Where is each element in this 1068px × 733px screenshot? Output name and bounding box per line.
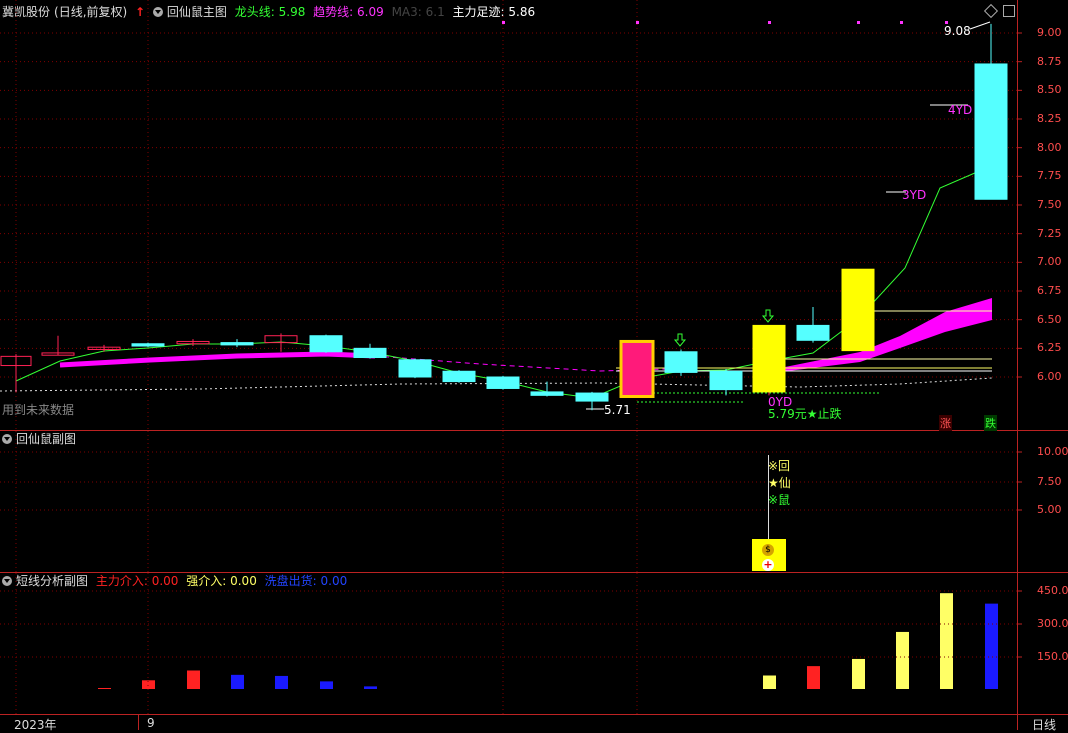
sub1-header: 回仙鼠副图 [2, 429, 80, 449]
volume-bar [98, 688, 111, 689]
volume-bar [852, 658, 865, 689]
candle-body [530, 391, 564, 396]
candle-body [796, 324, 830, 341]
chevron-down-icon[interactable] [2, 576, 12, 586]
volume-bar [940, 593, 953, 689]
main-y-tick-label: 9.00 [1037, 26, 1062, 39]
bottom-month-label: 9 [147, 716, 155, 730]
tag-hui: ※回 [768, 459, 791, 473]
sub1-y-tick-label: 7.50 [1037, 475, 1062, 488]
high-pointer [969, 21, 991, 30]
volume-bar [320, 681, 333, 689]
panel-separator-1 [0, 430, 1068, 431]
main-y-tick-label: 6.25 [1037, 341, 1062, 355]
volume-bar [985, 603, 998, 689]
main-candles [0, 23, 1008, 411]
main-y-tick-label: 8.75 [1037, 54, 1062, 68]
sub2-bars [98, 593, 998, 689]
main-y-tick-label: 8.25 [1037, 112, 1062, 125]
volume-bar [231, 674, 244, 689]
volume-bar [275, 675, 288, 689]
volume-bar [763, 675, 776, 689]
sub1-y-tick-label: 10.00 [1037, 445, 1068, 458]
candle-body [131, 343, 165, 347]
sub2-y-tick-label: 450.0 [1037, 584, 1068, 597]
candle-body [353, 347, 387, 359]
stop-loss-label: 5.79元★止跌 [768, 407, 842, 421]
candle-body [619, 339, 655, 398]
sub1-grid [0, 431, 1022, 572]
volume-bar [807, 666, 820, 689]
down-arrow-icon [761, 309, 775, 323]
chevron-down-icon[interactable] [2, 434, 12, 444]
main-y-tick-label: 8.00 [1037, 140, 1062, 154]
label-4yd: 4YD [948, 103, 973, 117]
main-y-tick-label: 6.00 [1037, 370, 1062, 383]
label-3yd: 3YD [902, 188, 927, 202]
candle-body [974, 63, 1008, 200]
candle-body [575, 392, 609, 402]
signal-dot [502, 21, 505, 24]
strong-intervene-value: 强介入: 0.00 [186, 574, 257, 588]
high-price-label: 9.08 [944, 24, 971, 38]
plus-badge-icon: + [762, 558, 774, 571]
sub2-grid [0, 573, 1022, 714]
candle-body [709, 370, 743, 391]
sub2-header: 短线分析副图 主力介入: 0.00 强介入: 0.00 洗盘出货: 0.00 [2, 571, 351, 591]
main-y-tick-label: 8.50 [1037, 83, 1062, 97]
sub1-title[interactable]: 回仙鼠副图 [16, 432, 76, 446]
candle-body [309, 335, 343, 353]
candle-body [442, 370, 476, 383]
candle-body [398, 359, 432, 378]
sub2-y-tick-label: 300.0 [1037, 617, 1068, 630]
main-chart-svg [0, 0, 1022, 714]
sub2-y-tick-label: 150.0 [1037, 650, 1068, 663]
tag-xian: ★仙 [768, 476, 791, 490]
main-y-tick-label: 7.00 [1037, 255, 1062, 269]
candle-body [486, 376, 520, 389]
main-y-tick-label: 7.25 [1037, 226, 1062, 240]
candle-body [752, 324, 786, 393]
future-data-note: 用到未来数据 [2, 403, 75, 417]
sub2-title[interactable]: 短线分析副图 [16, 574, 88, 588]
sub1-y-tick-label: 5.00 [1037, 503, 1062, 516]
signal-dot [636, 21, 639, 24]
volume-bar [187, 670, 200, 689]
signal-dot [768, 21, 771, 24]
period-selector[interactable]: 日线 [1032, 716, 1056, 733]
trend-line-series [59, 351, 376, 368]
main-y-tick-label: 7.50 [1037, 198, 1062, 211]
fall-badge: 跌 [984, 415, 997, 431]
down-arrow-icon [673, 333, 687, 347]
main-y-tick-label: 7.75 [1037, 169, 1062, 183]
panel-separator-3 [0, 714, 1068, 715]
tag-shu: ※鼠 [768, 493, 791, 507]
rise-badge: 涨 [939, 415, 952, 431]
volume-bar [364, 686, 377, 689]
y-axis-border [1017, 0, 1018, 730]
month-tick [138, 714, 139, 730]
main-y-tick-label: 6.50 [1037, 312, 1062, 326]
low-price-label: 5.71 [604, 403, 631, 417]
money-bag-icon: $ [762, 544, 774, 556]
candle-body [220, 342, 254, 346]
candle-body [841, 268, 875, 352]
candle-body [664, 351, 698, 373]
main-intervene-value: 主力介入: 0.00 [95, 574, 179, 588]
signal-dot [857, 21, 860, 24]
main-y-tick-label: 6.75 [1037, 284, 1062, 297]
bottom-year-label: 2023年 [14, 718, 57, 732]
signal-dot [900, 21, 903, 24]
volume-bar [896, 631, 909, 689]
wash-exit-value: 洗盘出货: 0.00 [264, 574, 348, 588]
signal-stick [768, 455, 769, 539]
